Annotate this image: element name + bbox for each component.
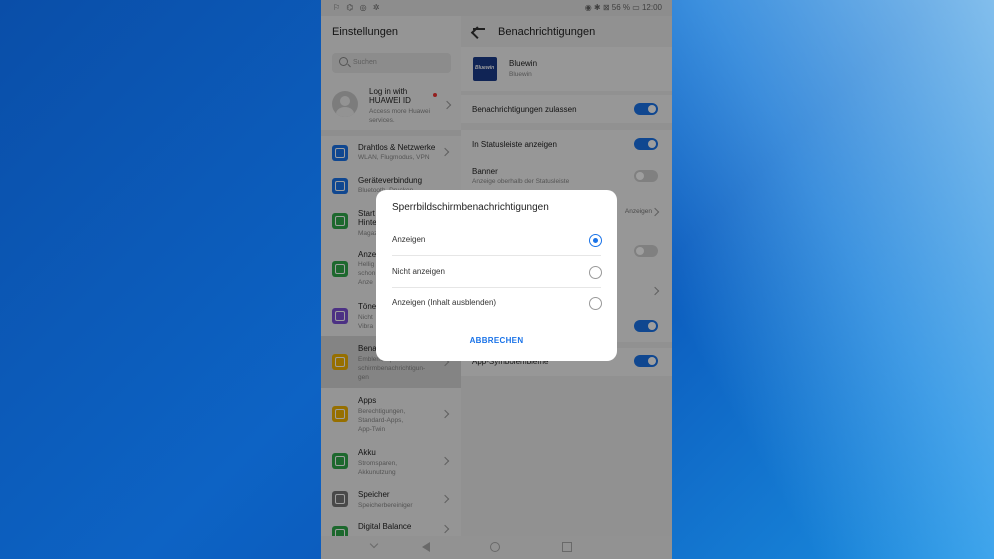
radio-hide[interactable] (589, 266, 602, 279)
radio-show[interactable] (589, 234, 602, 247)
option-show[interactable]: Anzeigen (392, 225, 602, 256)
lockscreen-notifications-dialog: Sperrbildschirmbenachrichtigungen Anzeig… (376, 190, 617, 361)
option-show-hide-content[interactable]: Anzeigen (Inhalt ausblenden) (392, 288, 602, 319)
radio-show-hide-content[interactable] (589, 297, 602, 310)
option-hide[interactable]: Nicht anzeigen (392, 257, 602, 288)
dialog-title: Sperrbildschirmbenachrichtigungen (392, 202, 549, 213)
cancel-button[interactable]: ABBRECHEN (376, 336, 617, 345)
